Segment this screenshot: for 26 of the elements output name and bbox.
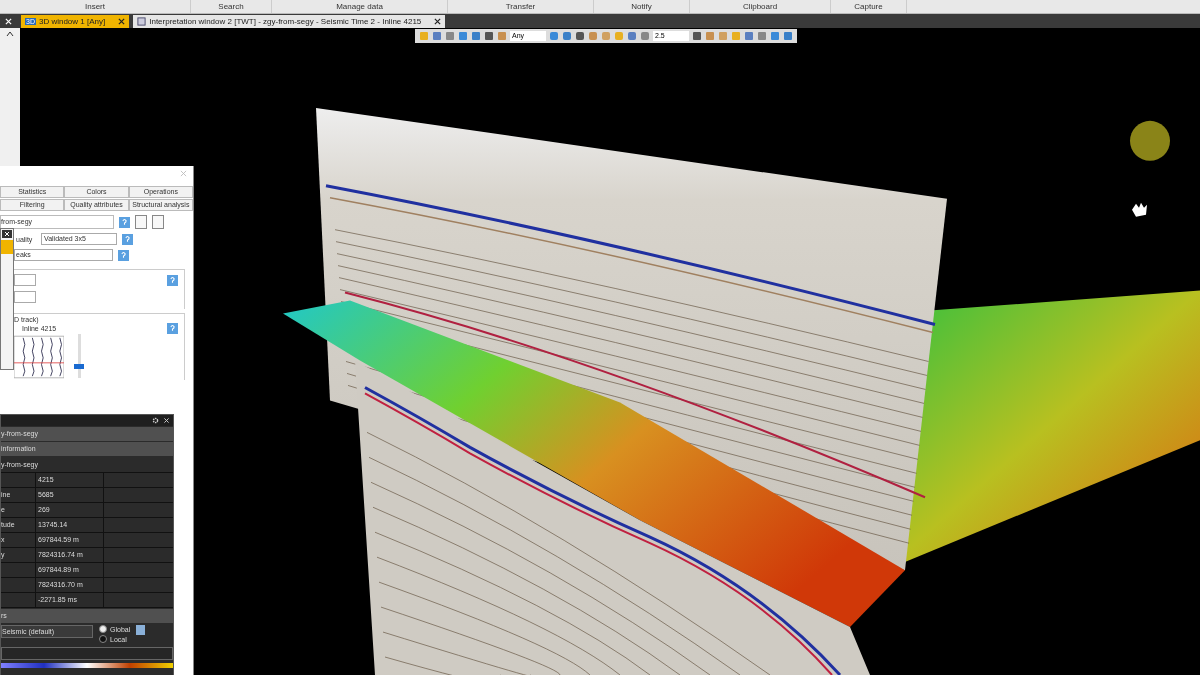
document-icon[interactable] (135, 215, 147, 229)
ribbon-group-label: Insert (0, 0, 191, 13)
close-icon[interactable] (434, 17, 442, 25)
ribbon-group-label: Notify (594, 0, 690, 13)
ribbon-group-label: Search (191, 0, 272, 13)
small-dropdown[interactable] (14, 274, 36, 286)
close-icon[interactable] (2, 230, 12, 238)
help-icon[interactable] (118, 249, 129, 261)
ribbon-group-label: Transfer (448, 0, 594, 13)
ribbon-group-label: Capture (831, 0, 907, 13)
window-tab[interactable]: Interpretation window 2 [TWT] - zgy-from-segy - Seismic Time 2 - Inline 4215 (133, 14, 446, 28)
scroll-up-icon[interactable] (6, 31, 14, 37)
small-dropdown[interactable] (14, 291, 36, 303)
help-icon[interactable] (167, 274, 178, 286)
help-icon[interactable] (119, 216, 130, 228)
ribbon-group-label: Manage data (272, 0, 448, 13)
cursor-highlight-icon (1130, 120, 1170, 161)
range-bar[interactable] (1, 647, 173, 660)
help-icon[interactable] (167, 323, 178, 334)
highlight-bar (1, 240, 13, 254)
settings-icon[interactable] (152, 417, 159, 424)
copy-icon[interactable] (136, 625, 146, 635)
ribbon-group-label: Clipboard (690, 0, 831, 13)
close-icon[interactable] (118, 17, 126, 25)
slider-thumb[interactable] (74, 364, 84, 370)
help-icon[interactable] (122, 233, 133, 245)
